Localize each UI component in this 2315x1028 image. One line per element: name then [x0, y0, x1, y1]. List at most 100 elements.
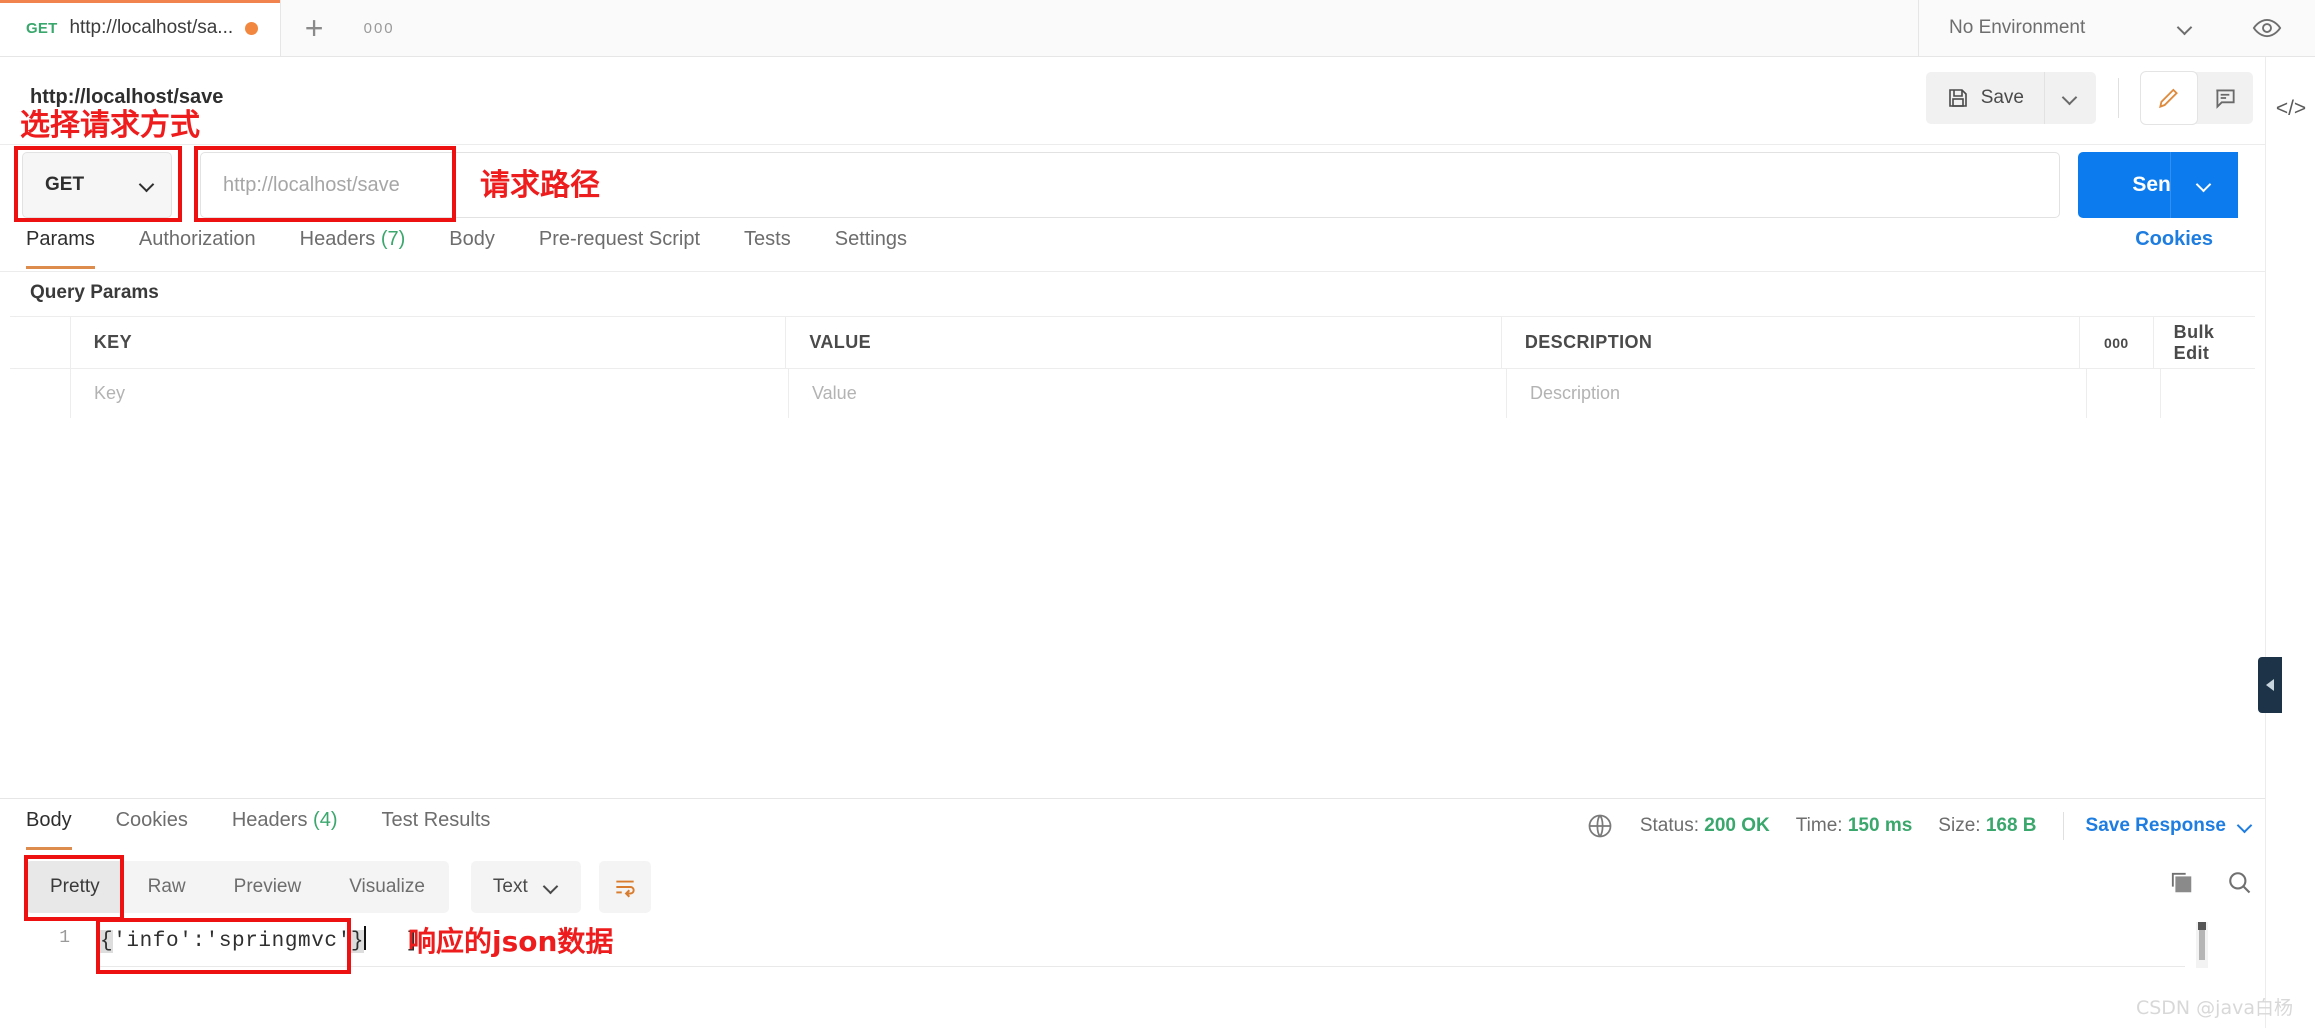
bulk-edit-button[interactable]: Bulk Edit [2154, 317, 2255, 368]
request-comments-button[interactable] [2197, 72, 2253, 124]
tab-params[interactable]: Params [26, 224, 117, 269]
tab-pre-request-script-label: Pre-request Script [538, 228, 701, 250]
status-label: Status: [1639, 815, 1699, 836]
annotation-box-url [194, 146, 456, 222]
request-empty-area [10, 418, 2255, 798]
table-options-icon[interactable]: 000 [2080, 317, 2154, 368]
watermark: CSDN @java白杨 [2135, 997, 2293, 1019]
code-line-underline [100, 966, 2185, 967]
response-tab-headers-count: (4) [313, 809, 338, 831]
row-trailing-cell [2161, 369, 2255, 418]
response-status-bar: Status: 200 OK Time: 150 ms Size: 168 B … [1586, 812, 2253, 840]
tab-tests[interactable]: Tests [744, 224, 813, 269]
environment-quicklook-button[interactable] [2219, 0, 2315, 56]
response-tab-cookies[interactable]: Cookies [116, 805, 210, 850]
annotation-box-response-body [96, 918, 351, 974]
new-tab-button[interactable]: + [281, 0, 347, 56]
response-section-tabs: Body Cookies Headers (4) Test Results [26, 805, 534, 850]
time-item: Time: 150 ms [1796, 815, 1913, 837]
tab-authorization-label: Authorization [138, 228, 256, 250]
content-type-value: Text [492, 876, 528, 897]
format-raw-button[interactable]: Raw [124, 861, 210, 913]
unsaved-dot-icon [245, 21, 259, 35]
close-brace: } [350, 930, 365, 953]
status-value: 200 OK [1704, 815, 1770, 836]
tab-headers[interactable]: Headers (7) [300, 224, 428, 269]
annotation-box-pretty [24, 855, 124, 921]
row-options-cell [2087, 369, 2161, 418]
size-item: Size: 168 B [1938, 815, 2036, 837]
tab-pre-request-script[interactable]: Pre-request Script [539, 224, 722, 269]
wrap-lines-button[interactable] [598, 861, 651, 913]
tab-settings[interactable]: Settings [835, 224, 929, 269]
header-value: VALUE [786, 317, 1502, 368]
url-input[interactable]: http://localhost/save [200, 152, 2060, 218]
row-checkbox-cell[interactable] [10, 369, 71, 418]
environment-label: No Environment [1949, 17, 2086, 38]
tab-bar-spacer [411, 0, 1919, 56]
query-params-table: KEY VALUE DESCRIPTION 000 Bulk Edit Key … [10, 316, 2255, 419]
format-visualize-button[interactable]: Visualize [325, 861, 449, 913]
sidebar-collapse-handle[interactable] [2258, 657, 2282, 713]
table-header-row: KEY VALUE DESCRIPTION 000 Bulk Edit [10, 316, 2255, 369]
response-tab-headers-label: Headers [231, 809, 308, 831]
copy-icon[interactable] [2167, 868, 2195, 901]
request-header-actions: Save [1925, 72, 2253, 124]
chevron-down-icon [2197, 178, 2212, 193]
chevron-down-icon [2238, 819, 2253, 834]
tab-params-label: Params [26, 228, 95, 250]
edit-request-button[interactable] [2141, 72, 2197, 124]
floppy-disk-icon [1948, 89, 1967, 107]
cookies-link[interactable]: Cookies [2135, 228, 2213, 251]
tab-body[interactable]: Body [449, 224, 517, 269]
query-params-heading: Query Params [30, 282, 159, 303]
status-divider [2062, 812, 2064, 840]
search-icon[interactable] [2225, 868, 2253, 901]
format-preview-button[interactable]: Preview [210, 861, 326, 913]
chevron-down-icon [2063, 91, 2078, 106]
row-value-input[interactable]: Value [789, 369, 1507, 418]
time-label: Time: [1795, 815, 1843, 836]
status-item: Status: 200 OK [1640, 815, 1770, 837]
tab-settings-label: Settings [834, 228, 907, 250]
annotation-json-note: 响应的json数据 [408, 925, 614, 958]
response-tab-body[interactable]: Body [26, 805, 94, 850]
save-button[interactable]: Save [1925, 72, 2044, 124]
line-number-gutter: 1 [59, 928, 70, 948]
tab-body-label: Body [449, 228, 495, 250]
request-tab-active[interactable]: GET http://localhost/sa... [0, 0, 282, 56]
table-row: Key Value Description [10, 369, 2255, 419]
row-key-input[interactable]: Key [71, 369, 789, 418]
tab-overflow-menu-icon[interactable]: 000 [347, 0, 411, 56]
header-divider [2118, 78, 2119, 118]
send-options-button[interactable] [2170, 152, 2238, 218]
response-tab-test-results[interactable]: Test Results [381, 805, 512, 850]
eye-icon [2252, 18, 2282, 38]
tab-headers-count: (7) [380, 228, 406, 250]
response-tab-headers[interactable]: Headers (4) [232, 805, 360, 850]
save-response-button[interactable]: Save Response [2086, 815, 2253, 837]
save-button-label: Save [1980, 87, 2024, 108]
environment-selector[interactable]: No Environment [1919, 0, 2219, 56]
wrap-text-icon [616, 880, 635, 898]
postman-window: GET http://localhost/sa... + 000 No Envi… [0, 0, 2315, 1028]
chevron-down-icon [544, 880, 559, 895]
annotation-box-method [14, 146, 182, 222]
tab-headers-label: Headers [299, 228, 376, 250]
time-value: 150 ms [1847, 815, 1913, 836]
tab-tests-label: Tests [744, 228, 791, 250]
tab-method-label: GET [26, 19, 58, 37]
size-label: Size: [1938, 815, 1981, 836]
response-tab-test-results-label: Test Results [381, 809, 491, 831]
tab-authorization[interactable]: Authorization [139, 224, 278, 269]
request-view-toggle-group [2141, 72, 2253, 124]
pencil-icon [2159, 88, 2178, 109]
content-type-select[interactable]: Text [470, 861, 581, 913]
chevron-down-icon [2178, 21, 2193, 36]
response-body-scrollbar[interactable] [2196, 922, 2208, 968]
save-options-button[interactable] [2044, 72, 2096, 124]
row-description-input[interactable]: Description [1507, 369, 2087, 418]
size-value: 168 B [1985, 815, 2037, 836]
response-tab-cookies-label: Cookies [115, 809, 188, 831]
code-snippet-icon[interactable]: </> [2266, 89, 2315, 129]
